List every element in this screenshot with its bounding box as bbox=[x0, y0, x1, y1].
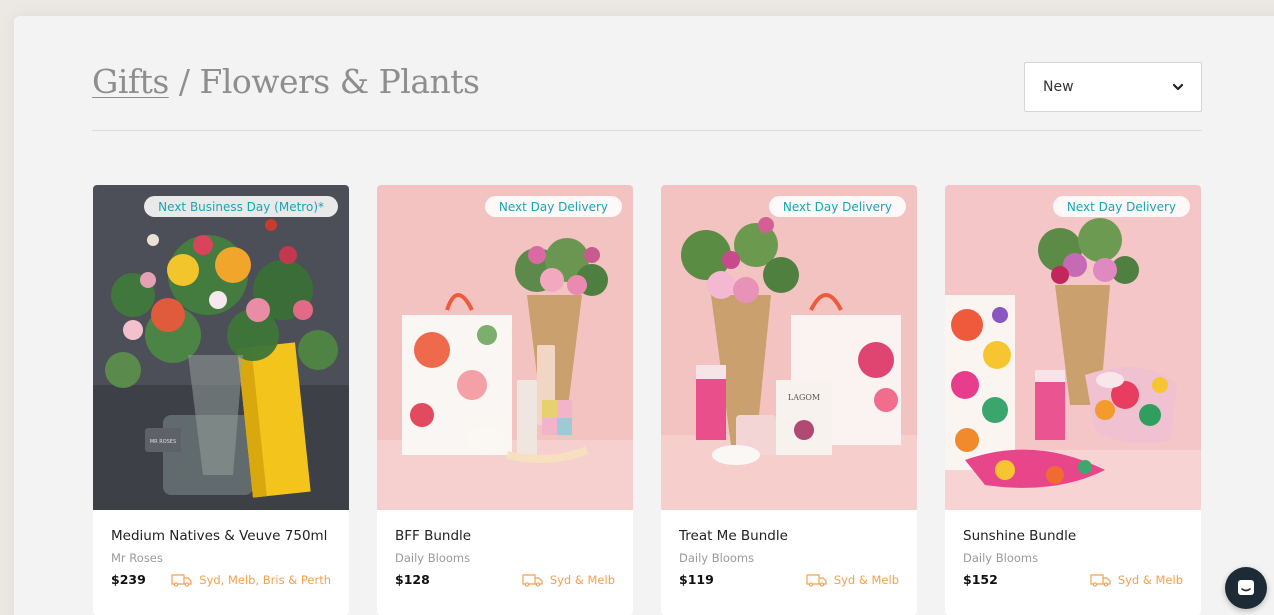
product-card[interactable]: Next Day Delivery Sunshine Bundle Daily … bbox=[945, 185, 1201, 615]
product-name[interactable]: Treat Me Bundle bbox=[679, 528, 899, 544]
product-card[interactable]: Next Day Delivery BFF Bundle Daily Bloom… bbox=[377, 185, 633, 615]
sort-selected-value: New bbox=[1043, 79, 1074, 95]
product-vendor: Daily Blooms bbox=[963, 551, 1039, 565]
product-name[interactable]: Sunshine Bundle bbox=[963, 528, 1183, 544]
truck-icon bbox=[171, 573, 192, 587]
truck-icon bbox=[1090, 573, 1111, 587]
product-vendor: Daily Blooms bbox=[679, 551, 755, 565]
card-label: LAGOM bbox=[788, 393, 820, 402]
product-card[interactable]: MR ROSES Next Business Day (Metro)* Medi… bbox=[93, 185, 349, 615]
breadcrumb-current: Flowers & Plants bbox=[199, 62, 480, 101]
chevron-down-icon bbox=[1172, 83, 1184, 91]
product-price: $119 bbox=[679, 572, 714, 587]
delivery-badge: Next Day Delivery bbox=[1052, 196, 1190, 217]
product-price: $128 bbox=[395, 572, 430, 587]
product-price: $152 bbox=[963, 572, 998, 587]
delivery-badge: Next Business Day (Metro)* bbox=[144, 196, 338, 217]
product-name[interactable]: BFF Bundle bbox=[395, 528, 615, 544]
box-label: MR ROSES bbox=[150, 439, 176, 445]
breadcrumb-link-gifts[interactable]: Gifts bbox=[92, 62, 169, 101]
delivery-locations-text: Syd & Melb bbox=[549, 572, 615, 587]
page-title: Gifts / Flowers & Plants bbox=[92, 62, 480, 101]
delivery-locations: Syd & Melb bbox=[806, 573, 899, 587]
product-vendor: Daily Blooms bbox=[395, 551, 471, 565]
chat-button[interactable] bbox=[1225, 567, 1267, 609]
sort-dropdown[interactable]: New bbox=[1024, 62, 1202, 112]
product-name[interactable]: Medium Natives & Veuve 750ml bbox=[111, 528, 331, 544]
delivery-badge: Next Day Delivery bbox=[484, 196, 622, 217]
product-image[interactable]: Next Day Delivery bbox=[945, 185, 1201, 510]
product-image[interactable]: Next Day Delivery bbox=[377, 185, 633, 510]
header-divider bbox=[92, 130, 1202, 131]
delivery-locations: Syd, Melb, Bris & Perth bbox=[171, 573, 331, 587]
delivery-locations: Syd & Melb bbox=[522, 573, 615, 587]
delivery-badge: Next Day Delivery bbox=[768, 196, 906, 217]
delivery-locations-text: Syd & Melb bbox=[833, 572, 899, 587]
product-image[interactable]: LAGOM Next Day Delivery bbox=[661, 185, 917, 510]
product-price: $239 bbox=[111, 572, 146, 587]
breadcrumb-separator: / bbox=[168, 62, 200, 101]
product-image[interactable]: MR ROSES Next Business Day (Metro)* bbox=[93, 185, 349, 510]
product-vendor: Mr Roses bbox=[111, 551, 163, 565]
delivery-locations: Syd & Melb bbox=[1090, 573, 1183, 587]
truck-icon bbox=[806, 573, 827, 587]
truck-icon bbox=[522, 573, 543, 587]
chat-icon bbox=[1238, 580, 1254, 595]
delivery-locations-text: Syd & Melb bbox=[1117, 572, 1183, 587]
delivery-locations-text: Syd, Melb, Bris & Perth bbox=[199, 572, 331, 587]
product-card[interactable]: LAGOM Next Day Delivery Treat Me Bundle … bbox=[661, 185, 917, 615]
